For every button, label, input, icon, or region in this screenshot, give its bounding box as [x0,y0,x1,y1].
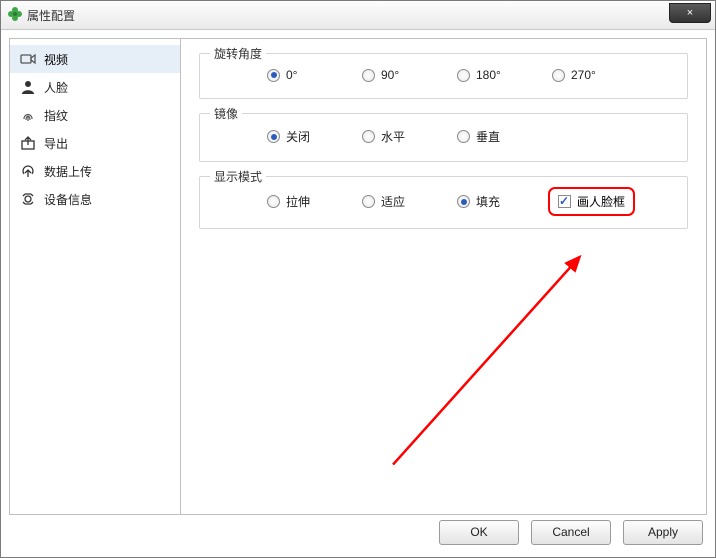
radio-icon [267,69,280,82]
mirror-option-horizontal[interactable]: 水平 [362,128,457,145]
rotation-options: 0° 90° 180° 270° [212,68,675,82]
apply-button[interactable]: Apply [623,520,703,545]
radio-label: 180° [476,68,501,82]
radio-label: 90° [381,68,399,82]
radio-icon [457,69,470,82]
sidebar-item-face[interactable]: 人脸 [10,73,180,101]
sidebar-item-label: 设备信息 [44,191,92,208]
rotation-option-270[interactable]: 270° [552,68,647,82]
dialog-footer: OK Cancel Apply [9,515,707,549]
face-icon [20,79,36,95]
radio-icon [552,69,565,82]
dialog-body: 视频 人脸 指纹 导出 [1,30,715,557]
clover-icon [7,6,23,25]
sidebar-item-label: 视频 [44,51,68,68]
radio-label: 填充 [476,193,500,210]
radio-icon [267,130,280,143]
mirror-option-vertical[interactable]: 垂直 [457,128,552,145]
radio-label: 关闭 [286,128,310,145]
radio-icon [267,195,280,208]
checkbox-icon [558,195,571,208]
display-option-fill[interactable]: 填充 [457,193,552,210]
radio-label: 垂直 [476,128,500,145]
radio-label: 水平 [381,128,405,145]
display-options: 拉伸 适应 填充 画人脸框 [212,191,675,212]
sidebar-item-label: 人脸 [44,79,68,96]
display-option-fit[interactable]: 适应 [362,193,457,210]
sidebar: 视频 人脸 指纹 导出 [10,39,181,514]
cancel-button[interactable]: Cancel [531,520,611,545]
radio-label: 270° [571,68,596,82]
rotation-option-0[interactable]: 0° [267,68,362,82]
display-option-facebox[interactable]: 画人脸框 [552,191,631,212]
legend-mirror: 镜像 [210,105,242,122]
radio-label: 0° [286,68,297,82]
close-icon: × [687,7,693,19]
mirror-options: 关闭 水平 垂直 [212,128,675,145]
checkbox-label: 画人脸框 [577,193,625,210]
sidebar-item-video[interactable]: 视频 [10,45,180,73]
button-label: Apply [648,525,678,539]
sidebar-item-label: 导出 [44,135,68,152]
sidebar-item-label: 指纹 [44,107,68,124]
sidebar-item-fingerprint[interactable]: 指纹 [10,101,180,129]
content-panel: 旋转角度 0° 90° 180° [181,39,706,514]
inner-frame: 视频 人脸 指纹 导出 [9,38,707,515]
radio-icon [362,130,375,143]
fingerprint-icon [20,107,36,123]
radio-icon [362,69,375,82]
fieldset-display: 显示模式 拉伸 适应 填充 [199,176,688,229]
close-button[interactable]: × [669,3,711,23]
radio-icon [457,130,470,143]
sidebar-item-export[interactable]: 导出 [10,129,180,157]
upload-icon [20,163,36,179]
radio-icon [457,195,470,208]
dialog-window: 属性配置 × 视频 人脸 [0,0,716,558]
fieldset-rotation: 旋转角度 0° 90° 180° [199,53,688,99]
rotation-option-180[interactable]: 180° [457,68,552,82]
legend-rotation: 旋转角度 [210,45,266,62]
radio-icon [362,195,375,208]
dialog-title: 属性配置 [27,7,75,24]
info-icon [20,191,36,207]
fieldset-mirror: 镜像 关闭 水平 垂直 [199,113,688,162]
camera-icon [20,51,36,67]
radio-label: 适应 [381,193,405,210]
legend-display: 显示模式 [210,168,266,185]
mirror-option-off[interactable]: 关闭 [267,128,362,145]
sidebar-item-label: 数据上传 [44,163,92,180]
export-icon [20,135,36,151]
display-option-stretch[interactable]: 拉伸 [267,193,362,210]
sidebar-item-upload[interactable]: 数据上传 [10,157,180,185]
radio-label: 拉伸 [286,193,310,210]
titlebar: 属性配置 × [1,1,715,30]
rotation-option-90[interactable]: 90° [362,68,457,82]
button-label: OK [470,525,487,539]
ok-button[interactable]: OK [439,520,519,545]
annotation-arrow [181,39,706,514]
sidebar-item-device-info[interactable]: 设备信息 [10,185,180,213]
button-label: Cancel [552,525,589,539]
